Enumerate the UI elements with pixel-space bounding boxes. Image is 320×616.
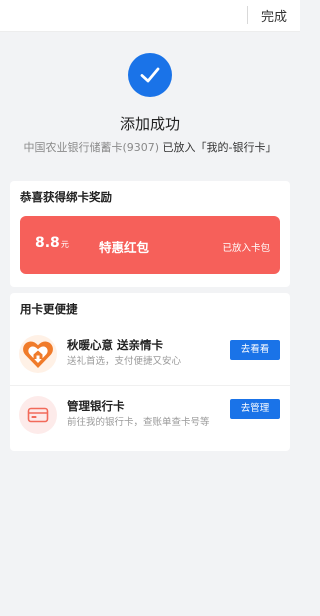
reward-section-title: 恭喜获得绑卡奖励 bbox=[20, 190, 112, 204]
top-bar: 完成 bbox=[0, 0, 300, 32]
heart-house-icon bbox=[19, 335, 57, 373]
done-button[interactable]: 完成 bbox=[261, 6, 287, 25]
top-bar-divider bbox=[247, 6, 248, 24]
reward-status: 已放入卡包 bbox=[222, 243, 270, 254]
service-item-family-card[interactable]: 秋暖心意 送亲情卡 送礼首选，支付便捷又安心 去看看 bbox=[10, 325, 290, 385]
reward-amount: 8.8元 bbox=[35, 235, 69, 251]
quick-services-card: 用卡更便捷 秋暖心意 送亲情卡 送礼首选，支付便捷又安心 去看看 管理银行卡 前… bbox=[10, 293, 290, 451]
service-name: 管理银行卡 bbox=[67, 399, 125, 413]
reward-amount-unit: 元 bbox=[60, 240, 69, 249]
success-section: 添加成功 中国农业银行储蓄卡(9307) 已放入「我的-银行卡」 bbox=[0, 33, 300, 163]
success-subtitle: 中国农业银行储蓄卡(9307) 已放入「我的-银行卡」 bbox=[0, 139, 300, 155]
service-description: 送礼首选，支付便捷又安心 bbox=[67, 356, 182, 367]
reward-amount-value: 8.8 bbox=[35, 235, 60, 251]
success-title: 添加成功 bbox=[119, 115, 180, 133]
bank-card-info: 中国农业银行储蓄卡(9307) bbox=[23, 141, 160, 154]
placed-location: 已放入「我的-银行卡」 bbox=[162, 141, 277, 154]
reward-name: 特惠红包 bbox=[99, 240, 150, 255]
reward-card: 恭喜获得绑卡奖励 8.8元 特惠红包 已放入卡包 bbox=[10, 181, 290, 287]
service-item-manage-cards[interactable]: 管理银行卡 前往我的银行卡，查账单查卡号等 去管理 bbox=[10, 385, 290, 445]
service-name: 秋暖心意 送亲情卡 bbox=[67, 338, 164, 352]
quick-services-title: 用卡更便捷 bbox=[20, 302, 78, 316]
service-description: 前往我的银行卡，查账单查卡号等 bbox=[67, 417, 210, 428]
red-packet-banner[interactable]: 8.8元 特惠红包 已放入卡包 bbox=[20, 216, 280, 274]
bank-card-icon bbox=[19, 396, 57, 434]
manage-button[interactable]: 去管理 bbox=[230, 399, 280, 419]
view-button[interactable]: 去看看 bbox=[230, 340, 280, 360]
success-check-icon bbox=[128, 53, 172, 97]
